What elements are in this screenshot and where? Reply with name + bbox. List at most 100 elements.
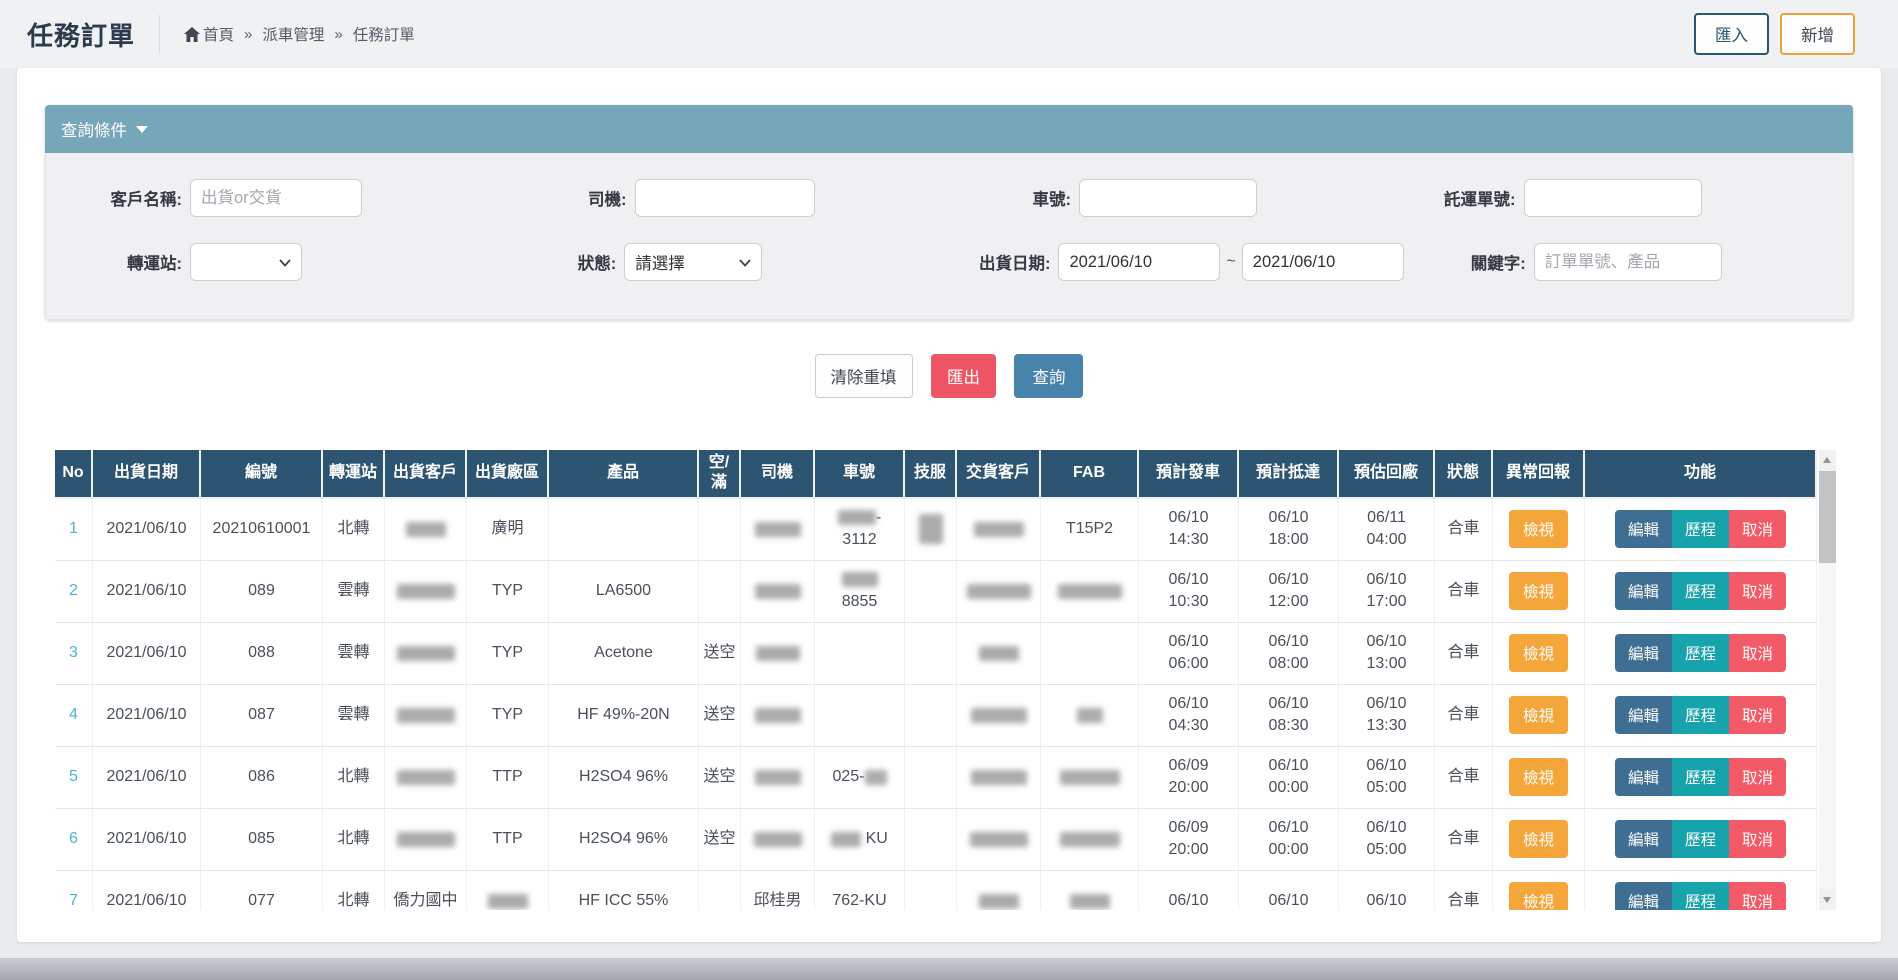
cell-product: Acetone [549,623,699,685]
cancel-button[interactable]: 取消 [1729,696,1786,734]
edit-button[interactable]: 編輯 [1615,758,1672,796]
row-number-link[interactable]: 4 [69,706,78,723]
cancel-button[interactable]: 取消 [1729,634,1786,672]
cell-text: TTP [492,768,522,785]
cell-status: 合車 [1435,561,1493,623]
driver-input[interactable] [635,179,815,217]
export-button[interactable]: 匯出 [931,354,996,398]
status-select[interactable]: 請選擇 [624,243,762,281]
cell-text: 2021/06/10 [106,768,186,785]
view-button[interactable]: 檢視 [1509,882,1568,910]
history-button[interactable]: 歷程 [1672,696,1729,734]
customer-name-input[interactable] [190,179,362,217]
cell-text: 17:00 [1366,593,1406,610]
cell-return-time: 06/10 [1339,871,1435,910]
import-button[interactable]: 匯入 [1694,13,1769,55]
edit-button[interactable]: 編輯 [1615,572,1672,610]
cell-text: 20:00 [1168,779,1208,796]
view-button[interactable]: 檢視 [1509,820,1568,858]
transfer-station-select[interactable] [190,243,302,281]
query-panel: 查詢條件 客戶名稱: 司機: 車號: 託運單號: [45,105,1853,320]
cell-text: 2021/06/10 [106,520,186,537]
blurred-text [397,770,455,785]
cancel-button[interactable]: 取消 [1729,820,1786,858]
blurred-text [756,646,800,661]
driver-label: 司機: [505,186,627,210]
edit-button[interactable]: 編輯 [1615,882,1672,910]
history-button[interactable]: 歷程 [1672,758,1729,796]
cell-depart-time: 06/10 [1139,871,1239,910]
view-button[interactable]: 檢視 [1509,634,1568,672]
cell-text: 北轉 [337,520,369,537]
edit-button[interactable]: 編輯 [1615,510,1672,548]
ship-date-group: 出貨日期: ~ [928,243,1403,281]
history-button[interactable]: 歷程 [1672,882,1729,910]
search-button[interactable]: 查詢 [1014,354,1083,398]
cell-deliver-customer [957,623,1041,685]
add-button[interactable]: 新增 [1780,13,1855,55]
cancel-button[interactable]: 取消 [1729,882,1786,910]
cell-actions: 編輯歷程取消 [1585,623,1817,685]
cell-text: 12:00 [1268,593,1308,610]
cell-tech-service [905,809,957,871]
table-header-row: No出貨日期編號轉運站出貨客戶出貨廠區產品空/滿司機車號技服交貨客戶FAB預計發… [55,450,1817,499]
cell-truck-no [815,623,905,685]
cell-text: 18:00 [1268,531,1308,548]
history-button[interactable]: 歷程 [1672,572,1729,610]
edit-button[interactable]: 編輯 [1615,820,1672,858]
date-range-separator: ~ [1226,253,1235,271]
view-button[interactable]: 檢視 [1509,758,1568,796]
cell-transfer-station: 北轉 [323,499,385,561]
table-scrollbar[interactable] [1819,450,1836,910]
cell-return-time: 06/1005:00 [1339,747,1435,809]
scroll-up-button[interactable] [1819,450,1836,471]
row-number-link[interactable]: 7 [69,892,78,909]
cell-code: 20210610001 [201,499,323,561]
cancel-button[interactable]: 取消 [1729,510,1786,548]
keyword-input[interactable] [1534,243,1722,281]
cell-code: 085 [201,809,323,871]
history-button[interactable]: 歷程 [1672,820,1729,858]
cell-text: TYP [492,582,523,599]
row-number-link[interactable]: 1 [69,520,78,537]
cell-text: 雲轉 [337,706,369,723]
scrollbar-thumb[interactable] [1819,471,1836,563]
scroll-down-button[interactable] [1819,889,1836,910]
query-panel-header[interactable]: 查詢條件 [45,105,1853,153]
row-number-link[interactable]: 5 [69,768,78,785]
cell-truck-no: KU [815,809,905,871]
cell-empty-full [699,499,741,561]
ship-date-from-input[interactable] [1058,243,1220,281]
cell-actions: 編輯歷程取消 [1585,809,1817,871]
edit-button[interactable]: 編輯 [1615,634,1672,672]
reset-button[interactable]: 清除重填 [815,354,913,398]
cell-text: 20:00 [1168,841,1208,858]
cell-fab [1041,809,1139,871]
view-button[interactable]: 檢視 [1509,572,1568,610]
row-number-link[interactable]: 6 [69,830,78,847]
column-header-no: No [55,450,93,499]
ship-date-to-input[interactable] [1242,243,1404,281]
keyword-group: 關鍵字: [1404,243,1838,281]
breadcrumb-section[interactable]: 派車管理 [262,23,324,45]
blurred-text [397,708,455,723]
row-action-group: 編輯歷程取消 [1615,758,1786,796]
truck-no-input[interactable] [1079,179,1257,217]
cancel-button[interactable]: 取消 [1729,758,1786,796]
cell-text: KU [861,830,888,847]
history-button[interactable]: 歷程 [1672,634,1729,672]
edit-button[interactable]: 編輯 [1615,696,1672,734]
blurred-text [406,522,446,537]
cell-deliver-customer [957,499,1041,561]
row-number-link[interactable]: 3 [69,644,78,661]
history-button[interactable]: 歷程 [1672,510,1729,548]
row-number-link[interactable]: 2 [69,582,78,599]
cell-text: 13:30 [1366,717,1406,734]
cell-text: 088 [248,644,275,661]
blurred-text [971,770,1027,785]
waybill-no-input[interactable] [1524,179,1702,217]
view-button[interactable]: 檢視 [1509,696,1568,734]
view-button[interactable]: 檢視 [1509,510,1568,548]
breadcrumb-home[interactable]: 首頁 [184,23,234,45]
cancel-button[interactable]: 取消 [1729,572,1786,610]
